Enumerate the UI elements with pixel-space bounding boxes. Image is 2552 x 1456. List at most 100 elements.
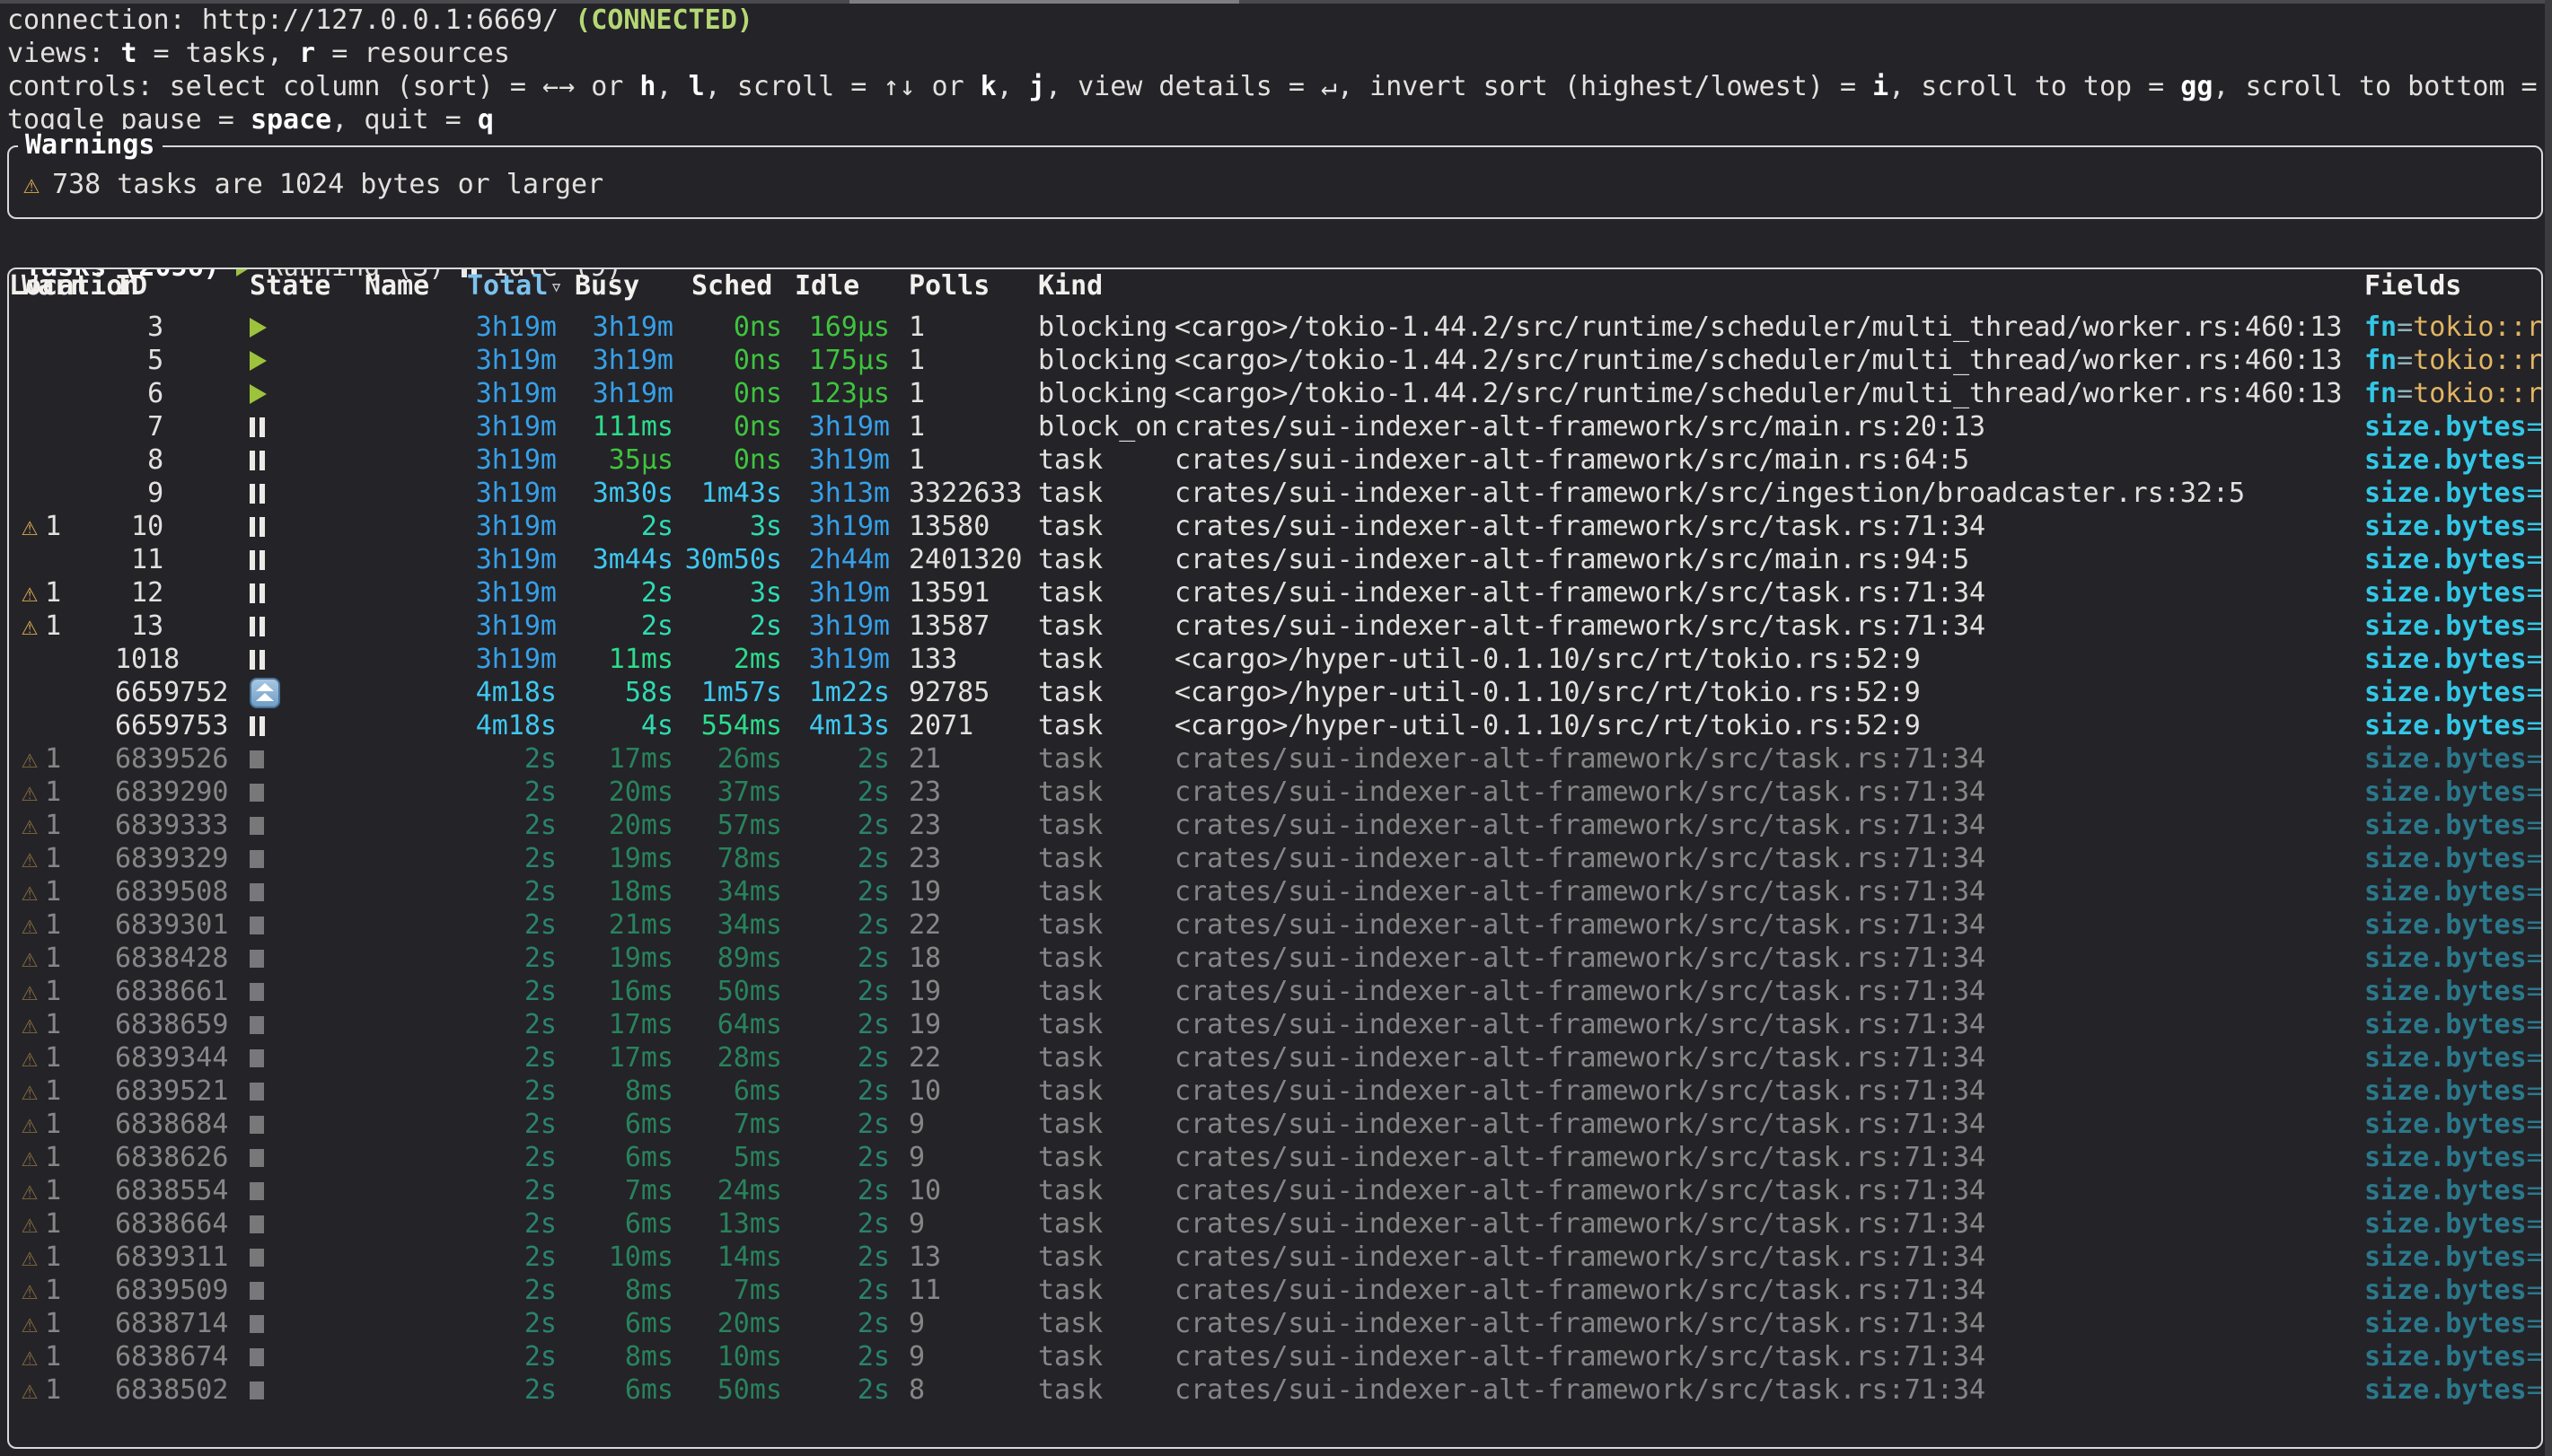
table-row[interactable]: ⚠168386742s8ms10ms2s9taskcrates/sui-inde… xyxy=(9,1340,2541,1373)
table-row[interactable]: ⚠168393012s21ms34ms2s22taskcrates/sui-in… xyxy=(9,908,2541,942)
busy-duration: 6ms xyxy=(575,1108,673,1141)
task-kind: task xyxy=(1038,742,1173,776)
table-row[interactable]: ⚠168386612s16ms50ms2s19taskcrates/sui-in… xyxy=(9,975,2541,1008)
duration-value: 2s xyxy=(524,909,557,941)
field-key: size.bytes xyxy=(2364,810,2527,841)
duration-value: 8ms xyxy=(625,1275,673,1306)
column-header-kind[interactable]: Kind xyxy=(1038,269,1103,303)
task-kind: blocking xyxy=(1038,344,1173,377)
duration-value: 0ns xyxy=(734,345,782,376)
field-key: size.bytes xyxy=(2364,743,2527,775)
warn-count: 1 xyxy=(45,1175,61,1206)
idle-duration: 2s xyxy=(787,742,890,776)
task-location: crates/sui-indexer-alt-framework/src/tas… xyxy=(1175,510,2364,543)
table-row[interactable]: 66597524m18s58s1m57s1m22s92785task<cargo… xyxy=(9,676,2541,709)
sched-duration: 24ms xyxy=(682,1174,782,1207)
table-row[interactable]: ⚠168393112s10ms14ms2s13taskcrates/sui-in… xyxy=(9,1241,2541,1274)
table-row[interactable]: 66597534m18s4s554ms4m13s2071task<cargo>/… xyxy=(9,709,2541,742)
table-row[interactable]: 83h19m35µs0ns3h19m1taskcrates/sui-indexe… xyxy=(9,443,2541,477)
idle-duration: 2s xyxy=(787,776,890,809)
table-row[interactable]: ⚠168385022s6ms50ms2s8taskcrates/sui-inde… xyxy=(9,1373,2541,1407)
duration-value: 26ms xyxy=(717,743,782,775)
table-row[interactable]: ⚠168386642s6ms13ms2s9taskcrates/sui-inde… xyxy=(9,1207,2541,1241)
fields-cell: size.bytes= xyxy=(2364,742,2541,776)
table-row[interactable]: ⚠168393442s17ms28ms2s22taskcrates/sui-in… xyxy=(9,1041,2541,1074)
task-name xyxy=(377,1307,431,1340)
total-duration: 2s xyxy=(431,1174,557,1207)
fields-cell: size.bytes= xyxy=(2364,410,2541,443)
table-row[interactable]: ⚠168386842s6ms7ms2s9taskcrates/sui-index… xyxy=(9,1108,2541,1141)
table-row[interactable]: 10183h19m11ms2ms3h19m133task<cargo>/hype… xyxy=(9,643,2541,676)
scrollbar[interactable] xyxy=(2545,0,2552,1456)
sched-duration: 14ms xyxy=(682,1241,782,1274)
table-row[interactable]: ⚠1 123h19m2s3s3h19m13591taskcrates/sui-i… xyxy=(9,576,2541,610)
warn-cell xyxy=(22,377,108,410)
warn-count: 1 xyxy=(45,810,61,841)
column-header-busy[interactable]: Busy xyxy=(575,269,639,303)
duration-value: 57ms xyxy=(717,810,782,841)
table-row[interactable]: ⚠168384282s19ms89ms2s18taskcrates/sui-in… xyxy=(9,942,2541,975)
table-row[interactable]: ⚠168395092s8ms7ms2s11taskcrates/sui-inde… xyxy=(9,1274,2541,1307)
busy-duration: 6ms xyxy=(575,1373,673,1407)
table-row[interactable]: ⚠1 133h19m2s2s3h19m13587taskcrates/sui-i… xyxy=(9,610,2541,643)
column-header-sched[interactable]: Sched xyxy=(691,269,772,303)
fields-cell: size.bytes= xyxy=(2364,576,2541,610)
duration-value: 2s xyxy=(858,843,890,874)
table-row[interactable]: ⚠1 103h19m2s3s3h19m13580taskcrates/sui-i… xyxy=(9,510,2541,543)
field-equals: = xyxy=(2527,577,2541,609)
total-duration: 3h19m xyxy=(431,344,557,377)
table-row[interactable]: 33h19m3h19m0ns169µs1blocking<cargo>/toki… xyxy=(9,311,2541,344)
table-row[interactable]: ⚠168392902s20ms37ms2s23taskcrates/sui-in… xyxy=(9,776,2541,809)
column-header-name[interactable]: Name xyxy=(365,269,429,303)
table-row[interactable]: ⚠168386262s6ms5ms2s9taskcrates/sui-index… xyxy=(9,1141,2541,1174)
table-row[interactable]: ⚠168387142s6ms20ms2s9taskcrates/sui-inde… xyxy=(9,1307,2541,1340)
warning-icon: ⚠ xyxy=(22,743,38,775)
table-row[interactable]: ⚠168386592s17ms64ms2s19taskcrates/sui-in… xyxy=(9,1008,2541,1041)
warning-icon: ⚠ xyxy=(22,1175,38,1206)
field-equals: = xyxy=(2527,1341,2541,1373)
duration-value: 7ms xyxy=(734,1109,782,1140)
duration-value: 2s xyxy=(524,743,557,775)
table-row[interactable]: ⚠168385542s7ms24ms2s10taskcrates/sui-ind… xyxy=(9,1174,2541,1207)
table-row[interactable]: 93h19m3m30s1m43s3h13m3322633taskcrates/s… xyxy=(9,477,2541,510)
sched-duration: 0ns xyxy=(682,410,782,443)
polls-count: 19 xyxy=(909,975,1039,1008)
table-row[interactable]: ⚠168395082s18ms34ms2s19taskcrates/sui-in… xyxy=(9,875,2541,908)
column-header-state[interactable]: State xyxy=(250,269,330,303)
sched-duration: 6ms xyxy=(682,1074,782,1108)
field-key: size.bytes xyxy=(2364,1241,2527,1273)
column-header-total[interactable]: Total▿ xyxy=(467,269,563,303)
table-row[interactable]: ⚠168393292s19ms78ms2s23taskcrates/sui-in… xyxy=(9,842,2541,875)
duration-value: 17ms xyxy=(609,1042,673,1074)
duration-value: 17ms xyxy=(609,743,673,775)
total-duration: 3h19m xyxy=(431,377,557,410)
table-row[interactable]: ⚠168393332s20ms57ms2s23taskcrates/sui-in… xyxy=(9,809,2541,842)
fields-cell: size.bytes= xyxy=(2364,942,2541,975)
table-row[interactable]: 63h19m3h19m0ns123µs1blocking<cargo>/toki… xyxy=(9,377,2541,410)
total-duration: 2s xyxy=(431,908,557,942)
table-row[interactable]: ⚠168395262s17ms26ms2s21taskcrates/sui-in… xyxy=(9,742,2541,776)
table-row[interactable]: 53h19m3h19m0ns175µs1blocking<cargo>/toki… xyxy=(9,344,2541,377)
warn-cell: ⚠1 xyxy=(22,1373,108,1407)
duration-value: 2s xyxy=(858,1241,890,1273)
column-header-idle[interactable]: Idle xyxy=(795,269,859,303)
warn-cell xyxy=(22,311,108,344)
task-name xyxy=(377,1207,431,1241)
warn-count: 1 xyxy=(45,743,61,775)
warning-icon: ⚠ xyxy=(22,1075,38,1107)
column-header-location[interactable]: Location xyxy=(9,269,139,303)
field-key: size.bytes xyxy=(2364,644,2527,675)
total-duration: 2s xyxy=(431,1307,557,1340)
table-row[interactable]: 113h19m3m44s30m50s2h44m2401320taskcrates… xyxy=(9,543,2541,576)
sched-duration: 1m43s xyxy=(682,477,782,510)
column-header-fields[interactable]: Fields xyxy=(2364,269,2461,303)
busy-duration: 6ms xyxy=(575,1207,673,1241)
table-row[interactable]: ⚠168395212s8ms6ms2s10taskcrates/sui-inde… xyxy=(9,1074,2541,1108)
table-row[interactable]: 73h19m111ms0ns3h19m1block_oncrates/sui-i… xyxy=(9,410,2541,443)
warn-cell: ⚠1 xyxy=(22,975,108,1008)
duration-value: 1m43s xyxy=(701,478,782,509)
column-header-polls[interactable]: Polls xyxy=(909,269,990,303)
fields-cell: size.bytes= xyxy=(2364,1274,2541,1307)
busy-duration: 2s xyxy=(575,576,673,610)
completed-state-icon xyxy=(250,1315,264,1333)
